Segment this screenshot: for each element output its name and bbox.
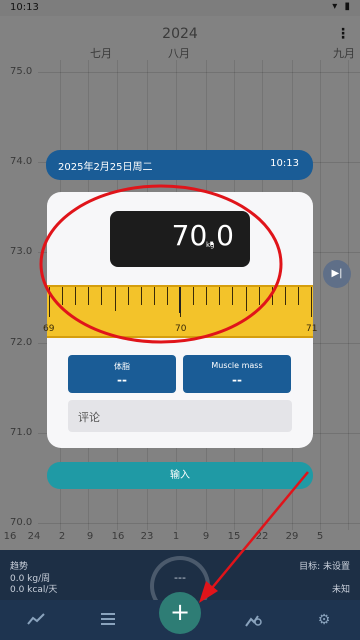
annotation-arrow-line <box>211 471 309 589</box>
annotation-ellipse <box>39 184 283 344</box>
annotation-overlay <box>39 184 309 603</box>
